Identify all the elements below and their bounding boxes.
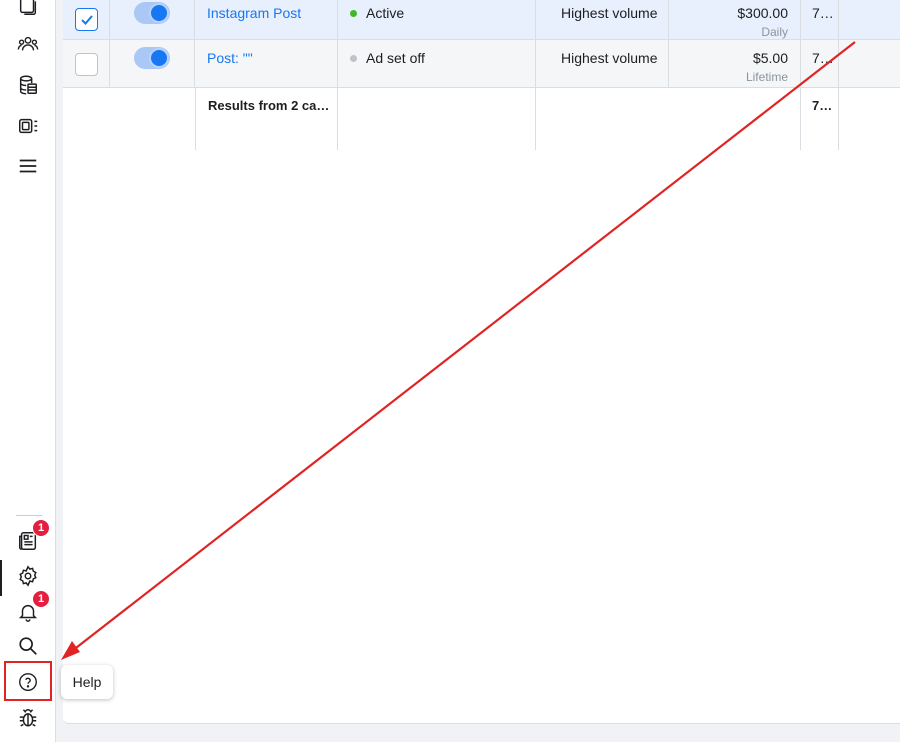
help-highlight-box — [4, 661, 52, 701]
toggle-cell — [110, 40, 195, 87]
summary-row: Results from 2 ca… 7… — [63, 88, 900, 150]
budget-cell: $5.00 Lifetime — [669, 40, 801, 87]
summary-results-value: 7… — [812, 98, 833, 113]
toggle-knob — [149, 48, 169, 68]
row-checkbox[interactable] — [75, 8, 98, 31]
table-row[interactable]: Post: "" Ad set off Highest volume $5.00… — [63, 40, 900, 88]
check-icon — [80, 14, 93, 25]
results-value: 7… — [812, 5, 834, 21]
summary-label: Results from 2 ca… — [208, 98, 330, 113]
on-off-toggle[interactable] — [134, 2, 170, 24]
bid-strategy: Highest volume — [561, 50, 658, 66]
notification-badge: 1 — [32, 590, 50, 608]
name-cell: Instagram Post — [195, 0, 338, 39]
budget-type: Lifetime — [745, 70, 788, 84]
on-off-toggle[interactable] — [134, 47, 170, 69]
news-icon[interactable]: 1 — [14, 519, 50, 555]
status-dot — [350, 9, 357, 17]
search-icon[interactable] — [14, 632, 42, 660]
checkbox-cell — [63, 0, 110, 39]
bid-strategy-cell: Highest volume — [536, 40, 669, 87]
row-checkbox[interactable] — [75, 53, 98, 76]
status-cell: Ad set off — [338, 40, 536, 87]
budget-amount: $5.00 — [752, 50, 788, 66]
summary-label-cell: Results from 2 ca… — [195, 88, 338, 150]
audiences-icon[interactable] — [14, 30, 42, 58]
status-cell: Active — [338, 0, 536, 39]
left-sidebar: 1 1 — [0, 0, 56, 742]
summary-budget-cell — [669, 88, 801, 150]
delivery-status: Active — [350, 5, 404, 21]
budget-cell: $300.00 Daily — [669, 0, 801, 39]
bell-icon[interactable]: 1 — [14, 590, 50, 626]
gear-icon[interactable] — [14, 562, 42, 590]
budget-type: Daily — [761, 25, 788, 39]
campaign-name-link[interactable]: Instagram Post — [207, 5, 301, 21]
bid-strategy: Highest volume — [561, 5, 658, 21]
budget-amount: $300.00 — [737, 5, 788, 21]
notification-badge: 1 — [32, 519, 50, 537]
toggle-cell — [110, 0, 195, 39]
name-cell: Post: "" — [195, 40, 338, 87]
campaigns-table: Instagram Post Active Highest volume $30… — [63, 0, 900, 724]
help-tooltip: Help — [61, 665, 113, 699]
status-dot — [350, 54, 357, 62]
catalog-icon[interactable] — [14, 112, 42, 140]
checkbox-cell — [63, 40, 110, 87]
bid-strategy-cell: Highest volume — [536, 0, 669, 39]
summary-empty-cell — [338, 88, 536, 150]
menu-icon[interactable] — [14, 152, 42, 180]
results-value: 7… — [812, 50, 834, 66]
active-indicator — [0, 560, 2, 596]
sidebar-divider — [16, 515, 42, 516]
results-cell: 7… — [801, 40, 839, 87]
summary-results-cell: 7… — [801, 88, 839, 150]
results-cell: 7… — [801, 0, 839, 39]
campaign-name-link[interactable]: Post: "" — [207, 50, 253, 66]
status-text: Ad set off — [366, 50, 425, 66]
bug-icon[interactable] — [14, 704, 42, 732]
database-icon[interactable] — [14, 71, 42, 99]
toggle-knob — [149, 3, 169, 23]
status-text: Active — [366, 5, 405, 21]
table-row[interactable]: Instagram Post Active Highest volume $30… — [63, 0, 900, 40]
delivery-status: Ad set off — [350, 50, 425, 66]
pages-icon[interactable] — [14, 0, 42, 20]
